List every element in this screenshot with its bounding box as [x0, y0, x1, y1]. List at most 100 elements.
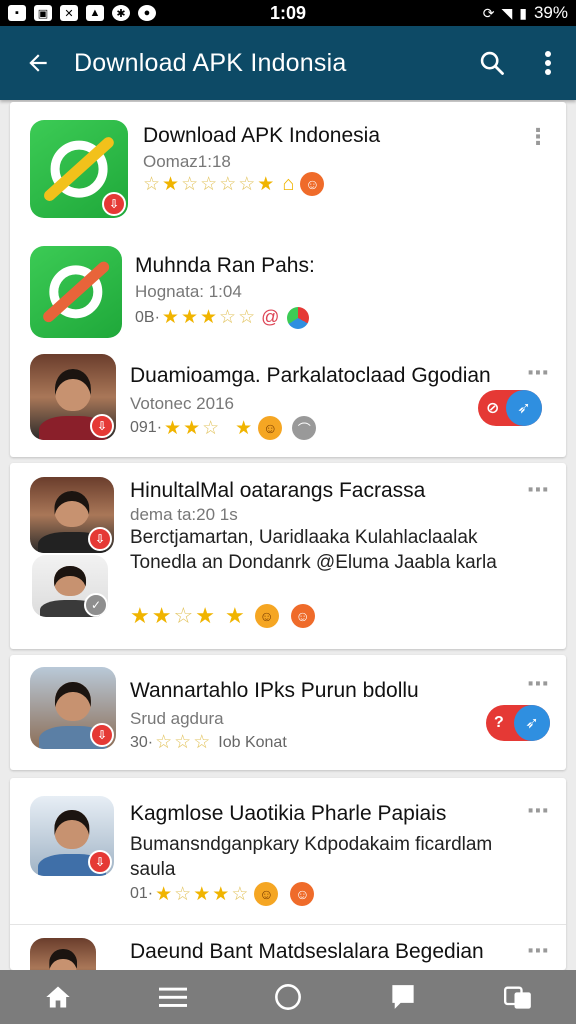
emoji-icon: ☺	[290, 604, 315, 628]
item-overflow-icon[interactable]: ⋯	[527, 673, 550, 695]
app-icon	[30, 246, 122, 338]
item-overflow-icon[interactable]: ⋯	[527, 800, 550, 822]
status-left-icons: ▪ ▣ ✕ ▲ ✱ ●	[8, 5, 156, 21]
avatar: ⇩	[30, 354, 116, 440]
twitter-icon: ➶	[506, 390, 542, 426]
star-icon: ★	[164, 417, 182, 439]
item-meta: 0B·	[135, 308, 160, 326]
star-icon: ★	[130, 603, 150, 628]
emoji-icon: ☺	[254, 882, 279, 906]
share-toggle[interactable]: ⊘ ➶	[478, 390, 542, 426]
star-icon: ☆	[219, 173, 237, 195]
app-bar: Download APK Indonsia	[0, 26, 576, 100]
star-icon: ★	[193, 883, 211, 905]
gallery-icon: ▣	[34, 5, 52, 21]
app-list-card: ⇩ Download APK Indonesia Oomaz1:18 ☆ ★ ☆…	[10, 102, 566, 457]
list-card: ⇩ Kagmlose Uaotikia Pharle Papiais Buman…	[10, 778, 566, 970]
list-item[interactable]: ⇩ Kagmlose Uaotikia Pharle Papiais Buman…	[10, 778, 566, 924]
star-icon: ★	[162, 173, 180, 195]
star-icon: ★	[212, 883, 230, 905]
avatar	[30, 938, 96, 970]
item-subtitle: Oomaz1:18	[143, 152, 231, 171]
item-subtitle: Votonec 2016	[130, 394, 234, 413]
item-title: Download APK Indonesia	[143, 124, 380, 147]
item-title: Muhnda Ran Pahs:	[135, 254, 315, 277]
item-rating: ★ ★ ☆ ★ ★ ☺ ☺	[130, 603, 315, 629]
emoji-icon: ☺	[258, 416, 283, 440]
item-title: Kagmlose Uaotikia Pharle Papiais	[130, 802, 447, 825]
star-icon: ☆	[181, 173, 199, 195]
back-arrow-icon[interactable]	[20, 45, 56, 81]
star-icon: ☆	[200, 173, 218, 195]
item-overflow-icon[interactable]: ⋮	[527, 126, 550, 148]
sync-icon: ⟳	[482, 4, 495, 21]
page-title: Download APK Indonsia	[74, 48, 347, 77]
download-badge-icon: ⇩	[90, 414, 114, 438]
item-title: Wannartahlo IPks Purun bdollu	[130, 679, 419, 702]
list-item[interactable]: ⇩ Wannartahlo IPks Purun bdollu Srud agd…	[10, 655, 566, 770]
more-vert-icon[interactable]	[528, 43, 568, 83]
wifi-icon: ◥	[501, 4, 513, 21]
item-overflow-icon[interactable]: ⋯	[527, 940, 550, 962]
star-icon: ★	[183, 417, 201, 439]
swirl-icon: @	[261, 307, 280, 327]
twitter-icon: ➶	[514, 705, 550, 741]
circle-icon[interactable]	[258, 970, 318, 1024]
star-icon: ★	[180, 307, 198, 328]
item-rating: ☆ ★ ☆ ☆ ☆ ☆ ★ ⌂ ☺	[143, 172, 325, 196]
menu-icon[interactable]	[143, 970, 203, 1024]
star-icon: ☆	[173, 603, 194, 628]
link-icon: ⊘	[486, 400, 500, 417]
star-icon: ☆	[174, 883, 192, 905]
translate-icon[interactable]	[488, 970, 548, 1024]
star-icon: ★	[155, 883, 173, 905]
avatar: ⇩	[30, 667, 116, 749]
home-icon[interactable]	[28, 970, 88, 1024]
item-subtitle: Srud agdura	[130, 709, 224, 728]
status-bar: ▪ ▣ ✕ ▲ ✱ ● 1:09 ⟳ ◥ ▮ 39%	[0, 0, 576, 26]
download-badge-icon: ⇩	[102, 192, 126, 216]
star-icon: ☆	[174, 732, 192, 753]
signal-icon: ▮	[519, 4, 527, 21]
star-icon: ★	[200, 307, 218, 328]
download-badge-icon: ⇩	[88, 527, 112, 551]
star-icon: ★	[257, 173, 275, 195]
chat-bubble-icon[interactable]	[373, 970, 433, 1024]
item-meta: 091·	[130, 419, 163, 436]
star-icon: ☆	[155, 732, 173, 753]
check-badge-icon: ✓	[84, 593, 108, 617]
list-item[interactable]: ⇩ ✓ HinultalMal oatarangs Facrassa dema …	[10, 463, 566, 649]
star-icon: ☆	[219, 307, 237, 328]
list-item[interactable]: ⇩ Duamioamga. Parkalatoclaad Ggodian Vot…	[10, 348, 566, 456]
status-right-icons: ⟳ ◥ ▮ 39%	[483, 3, 568, 23]
search-icon[interactable]	[472, 43, 512, 83]
home-small-icon: ⌂	[282, 172, 295, 195]
photo-icon: ▲	[86, 5, 104, 21]
item-subtitle: dema ta:20 1s	[130, 505, 238, 524]
list-item[interactable]: Muhnda Ran Pahs: Hognata: 1:04 0B· ★ ★ ★…	[10, 226, 566, 346]
list-item[interactable]: Daeund Bant Matdseslalara Begedian ⋯	[10, 924, 566, 970]
emoji-icon: ☺	[290, 882, 315, 906]
share-toggle[interactable]: ? ➶	[486, 705, 550, 741]
item-rating: 091· ★ ★ ☆ ★ ☺ ⌒	[130, 416, 317, 440]
list-card: ⇩ Wannartahlo IPks Purun bdollu Srud agd…	[10, 655, 566, 770]
star-icon: ☆	[238, 307, 256, 328]
list-item[interactable]: ⇩ Download APK Indonesia Oomaz1:18 ☆ ★ ☆…	[10, 102, 566, 224]
chat-icon: ●	[138, 5, 156, 21]
item-rating: 30· ☆ ☆ ☆ Iob Konat	[130, 731, 287, 754]
item-overflow-icon[interactable]: ⋯	[527, 479, 550, 501]
sim-icon: ▪	[8, 5, 26, 21]
avatar: ⇩	[30, 477, 114, 553]
star-icon: ★	[235, 417, 253, 439]
item-meta: 01·	[130, 885, 154, 902]
item-meta-suffix: Iob Konat	[218, 733, 287, 751]
item-title: Duamioamga. Parkalatoclaad Ggodian	[130, 364, 491, 387]
star-icon: ★	[151, 603, 172, 628]
bug-icon: ✱	[112, 5, 130, 21]
x-icon: ✕	[60, 5, 78, 21]
list-card: ⇩ ✓ HinultalMal oatarangs Facrassa dema …	[10, 463, 566, 649]
avatar: ✓	[32, 555, 108, 617]
link-icon: ?	[494, 714, 504, 731]
star-icon: ★	[161, 307, 179, 328]
item-overflow-icon[interactable]: ⋯	[527, 362, 550, 384]
